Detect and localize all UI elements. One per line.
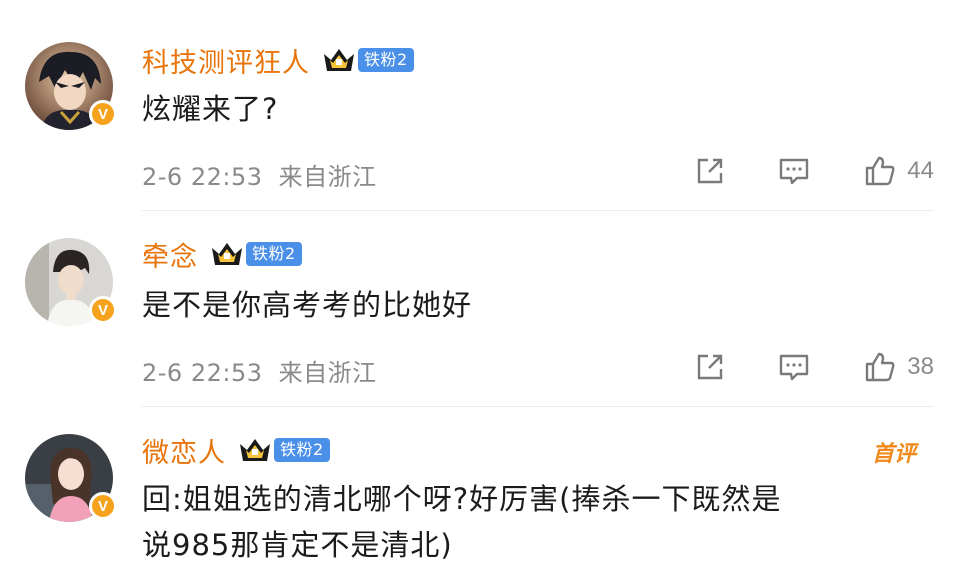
avatar[interactable]: V <box>25 434 117 522</box>
crown-icon <box>240 439 270 461</box>
verified-icon: V <box>89 100 117 128</box>
comment-item: V 牵念 铁粉2 是不是你高考考的比她好 2-6 22:53 来自浙江 38 <box>0 210 960 410</box>
like-icon <box>866 156 895 186</box>
comment-text: 炫耀来了? <box>142 92 279 126</box>
verified-icon: V <box>89 492 117 520</box>
like-button[interactable]: 44 <box>863 154 934 188</box>
like-icon <box>866 352 895 382</box>
crown-icon <box>212 243 242 265</box>
username[interactable]: 科技测评狂人 <box>142 41 310 80</box>
like-button[interactable]: 38 <box>863 350 934 384</box>
avatar[interactable]: V <box>25 238 117 326</box>
share-icon[interactable] <box>693 154 727 188</box>
comment-meta: 2-6 22:53 来自浙江 <box>142 353 377 388</box>
share-icon[interactable] <box>693 350 727 384</box>
crown-icon <box>324 49 354 71</box>
comment-text-line: 回:姐姐选的清北哪个呀?好厉害(捧杀一下既然是 <box>142 482 782 516</box>
comment-icon[interactable] <box>777 154 811 188</box>
username[interactable]: 牵念 <box>142 235 198 274</box>
fan-badge: 铁粉2 <box>358 48 414 72</box>
first-comment-tag: 首评 <box>871 442 916 467</box>
comment-text: 回:姐姐选的清北哪个呀?好厉害(捧杀一下既然是 说985那肯定不是清北) <box>142 476 781 568</box>
comment-location: 来自浙江 <box>278 163 377 191</box>
comment-time: 2-6 22:53 <box>142 163 263 191</box>
comment-text: 是不是你高考考的比她好 <box>142 288 473 322</box>
fan-badge: 铁粉2 <box>246 242 302 266</box>
like-count: 44 <box>907 157 934 184</box>
comment-item: V 科技测评狂人 铁粉2 炫耀来了? 2-6 22:53 来自浙江 44 <box>0 0 960 210</box>
comment-location: 来自浙江 <box>278 359 377 387</box>
comment-icon[interactable] <box>777 350 811 384</box>
comment-item: V 微恋人 铁粉2 首评 回:姐姐选的清北哪个呀?好厉害(捧杀一下既然是 说98… <box>0 406 960 580</box>
like-count: 38 <box>907 353 934 380</box>
comment-text-line: 说985那肯定不是清北) <box>142 528 453 562</box>
comment-time: 2-6 22:53 <box>142 359 263 387</box>
verified-icon: V <box>89 296 117 324</box>
username[interactable]: 微恋人 <box>142 431 226 470</box>
fan-badge: 铁粉2 <box>274 438 330 462</box>
comment-meta: 2-6 22:53 来自浙江 <box>142 157 377 192</box>
avatar[interactable]: V <box>25 42 117 130</box>
